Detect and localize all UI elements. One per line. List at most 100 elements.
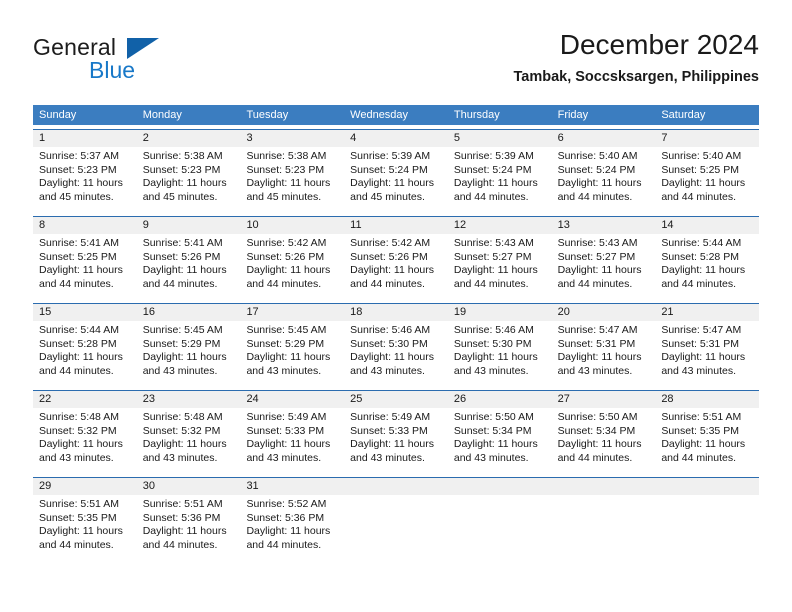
day-cell-empty (344, 495, 448, 560)
brand-logo[interactable]: General Blue (33, 34, 213, 90)
day-cell[interactable]: Sunrise: 5:47 AM Sunset: 5:31 PM Dayligh… (552, 321, 656, 386)
sunrise-text: Sunrise: 5:44 AM (39, 324, 119, 336)
day-cell[interactable]: Sunrise: 5:44 AM Sunset: 5:28 PM Dayligh… (33, 321, 137, 386)
sunrise-text: Sunrise: 5:49 AM (246, 411, 327, 423)
day-cell[interactable]: Sunrise: 5:46 AM Sunset: 5:30 PM Dayligh… (344, 321, 448, 386)
day-cell[interactable]: Sunrise: 5:39 AM Sunset: 5:24 PM Dayligh… (344, 147, 448, 212)
week-content-row: Sunrise: 5:44 AM Sunset: 5:28 PM Dayligh… (33, 321, 759, 386)
sunset-text: Sunset: 5:34 PM (557, 424, 636, 437)
sunset-text: Sunset: 5:28 PM (661, 250, 739, 263)
sunrise-text: Sunrise: 5:45 AM (142, 324, 223, 336)
page-title: December 2024 (559, 29, 759, 60)
daylight-text: Daylight: 11 hours and 43 minutes. (39, 438, 123, 464)
sunrise-text: Sunrise: 5:42 AM (350, 237, 431, 249)
calendar-grid: Sunday Monday Tuesday Wednesday Thursday… (33, 105, 759, 560)
week-date-number-band: 8 9 10 11 12 13 14 (33, 217, 759, 234)
day-cell[interactable]: Sunrise: 5:51 AM Sunset: 5:35 PM Dayligh… (33, 495, 137, 560)
sunset-text: Sunset: 5:24 PM (350, 163, 428, 176)
page-header: General Blue December 2024 Tambak, Soccs… (33, 28, 759, 98)
sunset-text: Sunset: 5:27 PM (557, 250, 636, 263)
daylight-text: Daylight: 11 hours and 44 minutes. (350, 264, 435, 290)
day-cell[interactable]: Sunrise: 5:42 AM Sunset: 5:26 PM Dayligh… (240, 234, 344, 299)
sunset-text: Sunset: 5:29 PM (142, 337, 221, 350)
day-cell[interactable]: Sunrise: 5:51 AM Sunset: 5:35 PM Dayligh… (655, 408, 759, 473)
day-cell[interactable]: Sunrise: 5:50 AM Sunset: 5:34 PM Dayligh… (552, 408, 656, 473)
daylight-text: Daylight: 11 hours and 43 minutes. (246, 438, 331, 464)
daylight-text: Daylight: 11 hours and 44 minutes. (39, 264, 123, 290)
day-cell[interactable]: Sunrise: 5:45 AM Sunset: 5:29 PM Dayligh… (137, 321, 241, 386)
daylight-text: Daylight: 11 hours and 43 minutes. (453, 351, 538, 377)
title-block: December 2024 Tambak, Soccsksargen, Phil… (513, 28, 759, 87)
day-cell[interactable]: Sunrise: 5:41 AM Sunset: 5:26 PM Dayligh… (137, 234, 241, 299)
day-cell[interactable]: Sunrise: 5:38 AM Sunset: 5:23 PM Dayligh… (240, 147, 344, 212)
sunrise-text: Sunrise: 5:40 AM (557, 150, 638, 162)
sunset-text: Sunset: 5:23 PM (142, 163, 221, 176)
day-cell[interactable]: Sunrise: 5:40 AM Sunset: 5:25 PM Dayligh… (655, 147, 759, 212)
sunrise-text: Sunrise: 5:37 AM (39, 150, 119, 162)
daylight-text: Daylight: 11 hours and 44 minutes. (453, 177, 538, 203)
day-cell[interactable]: Sunrise: 5:50 AM Sunset: 5:34 PM Dayligh… (448, 408, 552, 473)
day-cell[interactable]: Sunrise: 5:47 AM Sunset: 5:31 PM Dayligh… (655, 321, 759, 386)
day-cell[interactable]: Sunrise: 5:48 AM Sunset: 5:32 PM Dayligh… (137, 408, 241, 473)
sunrise-text: Sunrise: 5:48 AM (142, 411, 223, 423)
day-number: 8 (39, 219, 46, 231)
day-cell[interactable]: Sunrise: 5:38 AM Sunset: 5:23 PM Dayligh… (137, 147, 241, 212)
daylight-text: Daylight: 11 hours and 44 minutes. (39, 525, 123, 551)
sunrise-text: Sunrise: 5:51 AM (142, 498, 223, 510)
daylight-text: Daylight: 11 hours and 44 minutes. (661, 438, 746, 464)
day-cell[interactable]: Sunrise: 5:48 AM Sunset: 5:32 PM Dayligh… (33, 408, 137, 473)
day-cell[interactable]: Sunrise: 5:37 AM Sunset: 5:23 PM Dayligh… (33, 147, 137, 212)
daylight-text: Daylight: 11 hours and 43 minutes. (142, 351, 227, 377)
sunrise-text: Sunrise: 5:46 AM (350, 324, 431, 336)
sunset-text: Sunset: 5:31 PM (661, 337, 739, 350)
sunset-text: Sunset: 5:26 PM (142, 250, 221, 263)
sunrise-text: Sunrise: 5:44 AM (661, 237, 742, 249)
day-cell[interactable]: Sunrise: 5:52 AM Sunset: 5:36 PM Dayligh… (240, 495, 344, 560)
daylight-text: Daylight: 11 hours and 44 minutes. (453, 264, 538, 290)
sunset-text: Sunset: 5:29 PM (246, 337, 325, 350)
week-content-row: Sunrise: 5:48 AM Sunset: 5:32 PM Dayligh… (33, 408, 759, 473)
day-cell[interactable]: Sunrise: 5:40 AM Sunset: 5:24 PM Dayligh… (552, 147, 656, 212)
sunset-text: Sunset: 5:25 PM (661, 163, 739, 176)
location-subtitle: Tambak, Soccsksargen, Philippines (513, 69, 759, 85)
calendar-week-row: 8 9 10 11 12 13 14 Sunrise: 5:41 AM Suns… (33, 216, 759, 299)
day-cell[interactable]: Sunrise: 5:45 AM Sunset: 5:29 PM Dayligh… (240, 321, 344, 386)
day-cell[interactable]: Sunrise: 5:42 AM Sunset: 5:26 PM Dayligh… (344, 234, 448, 299)
sunset-text: Sunset: 5:24 PM (557, 163, 636, 176)
sunset-text: Sunset: 5:23 PM (246, 163, 325, 176)
weekday-header-saturday: Saturday (661, 109, 706, 121)
day-cell[interactable]: Sunrise: 5:49 AM Sunset: 5:33 PM Dayligh… (240, 408, 344, 473)
sunrise-text: Sunrise: 5:43 AM (453, 237, 534, 249)
daylight-text: Daylight: 11 hours and 43 minutes. (661, 351, 746, 377)
day-cell[interactable]: Sunrise: 5:43 AM Sunset: 5:27 PM Dayligh… (448, 234, 552, 299)
day-number: 31 (246, 480, 259, 492)
day-cell[interactable]: Sunrise: 5:41 AM Sunset: 5:25 PM Dayligh… (33, 234, 137, 299)
day-number: 10 (246, 219, 259, 231)
day-number-empty (655, 478, 759, 495)
day-cell[interactable]: Sunrise: 5:44 AM Sunset: 5:28 PM Dayligh… (655, 234, 759, 299)
sunrise-text: Sunrise: 5:47 AM (661, 324, 742, 336)
day-number: 25 (350, 393, 363, 405)
day-number: 28 (661, 393, 674, 405)
day-cell[interactable]: Sunrise: 5:46 AM Sunset: 5:30 PM Dayligh… (448, 321, 552, 386)
day-number: 9 (142, 219, 149, 231)
sunset-text: Sunset: 5:32 PM (142, 424, 221, 437)
sunrise-text: Sunrise: 5:47 AM (557, 324, 638, 336)
daylight-text: Daylight: 11 hours and 44 minutes. (557, 438, 642, 464)
day-cell[interactable]: Sunrise: 5:51 AM Sunset: 5:36 PM Dayligh… (137, 495, 241, 560)
day-number: 23 (142, 393, 155, 405)
day-number: 18 (350, 306, 363, 318)
sunrise-text: Sunrise: 5:50 AM (453, 411, 534, 423)
sunrise-text: Sunrise: 5:45 AM (246, 324, 327, 336)
day-cell-empty (552, 495, 656, 560)
calendar-page: General Blue December 2024 Tambak, Soccs… (0, 0, 792, 612)
weekday-header-sunday: Sunday (39, 109, 77, 121)
daylight-text: Daylight: 11 hours and 43 minutes. (350, 438, 435, 464)
calendar-week-row: 1 2 3 4 5 6 7 Sunrise: 5:37 AM Sunset: 5… (33, 129, 759, 212)
day-cell[interactable]: Sunrise: 5:39 AM Sunset: 5:24 PM Dayligh… (448, 147, 552, 212)
day-cell[interactable]: Sunrise: 5:49 AM Sunset: 5:33 PM Dayligh… (344, 408, 448, 473)
week-content-row: Sunrise: 5:41 AM Sunset: 5:25 PM Dayligh… (33, 234, 759, 299)
day-cell[interactable]: Sunrise: 5:43 AM Sunset: 5:27 PM Dayligh… (552, 234, 656, 299)
daylight-text: Daylight: 11 hours and 44 minutes. (557, 264, 642, 290)
weekday-header-wednesday: Wednesday (350, 109, 409, 121)
